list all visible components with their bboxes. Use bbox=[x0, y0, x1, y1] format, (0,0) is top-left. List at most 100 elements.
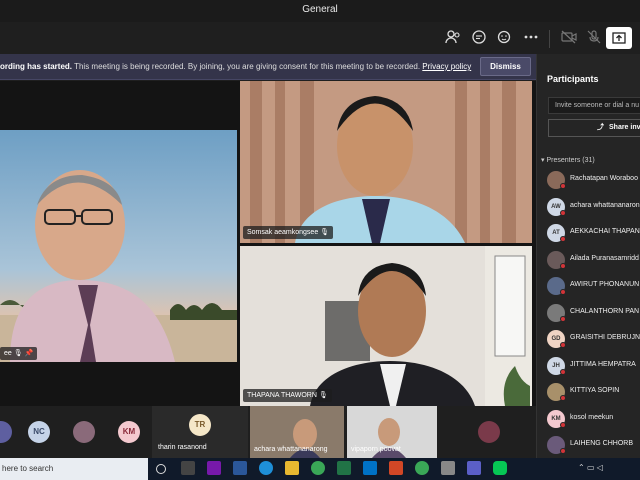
windows-taskbar: here to search ⌃ ▭ ◁ bbox=[0, 458, 640, 480]
presenter-name: KITTIYA SOPIN bbox=[570, 387, 620, 394]
participant-avatar-photo[interactable] bbox=[478, 421, 500, 443]
participant-name-tag: Somsak aeamkongsee 🎙 bbox=[243, 226, 334, 239]
camera-off-icon[interactable] bbox=[560, 28, 580, 48]
presence-status-icon bbox=[560, 236, 566, 242]
dismiss-button[interactable]: Dismiss bbox=[480, 57, 531, 76]
participant-video-somsak bbox=[240, 81, 532, 243]
teams-icon[interactable] bbox=[467, 461, 481, 475]
participant-avatar[interactable] bbox=[0, 421, 12, 443]
participants-panel: Participants Invite someone or dial a nu… bbox=[536, 54, 640, 458]
video-tile-somsak[interactable]: Somsak aeamkongsee 🎙 bbox=[240, 81, 532, 243]
video-tile-main[interactable]: ee 🎙 📌 bbox=[0, 130, 237, 362]
presence-status-icon bbox=[560, 262, 566, 269]
file-manager-icon[interactable] bbox=[181, 461, 195, 475]
recording-message-bold: ording has started. bbox=[0, 62, 73, 71]
presence-status-icon bbox=[560, 209, 566, 216]
presenter-row[interactable]: Ailada Puranasamridd bbox=[547, 249, 640, 271]
video-stage: ee 🎙 📌 Somsak aeamkongsee 🎙 THAPANA THAW… bbox=[0, 81, 536, 406]
chat-icon[interactable] bbox=[470, 28, 490, 48]
mic-off-icon[interactable] bbox=[585, 28, 605, 48]
participant-name: vipaporn poovat bbox=[351, 446, 401, 453]
presenter-name: GRAISITHI DEBRUJN bbox=[570, 334, 640, 341]
presence-status-icon bbox=[560, 421, 566, 428]
participant-avatar[interactable]: NC bbox=[28, 421, 50, 443]
participant-name: tharin rasanond bbox=[158, 444, 207, 451]
presenters-header[interactable]: ▾ Presenters (31) bbox=[541, 156, 595, 164]
panel-title: Participants bbox=[547, 74, 599, 84]
mic-off-icon: 🎙 bbox=[318, 392, 328, 399]
network-icon: ▭ bbox=[586, 463, 595, 472]
word-icon[interactable] bbox=[233, 461, 247, 475]
share-invite-button[interactable]: ⤴ Share invi bbox=[548, 119, 640, 137]
chevron-down-icon: ▾ bbox=[541, 157, 545, 164]
reactions-icon[interactable] bbox=[496, 28, 516, 48]
participant-tile-vipaporn[interactable]: vipaporn poovat bbox=[347, 406, 437, 458]
privacy-policy-link[interactable]: Privacy policy bbox=[422, 62, 471, 71]
participant-avatar: TR bbox=[189, 414, 211, 436]
presenter-name: CHALANTHORN PAN bbox=[570, 307, 640, 315]
chrome-icon[interactable] bbox=[311, 461, 325, 475]
participant-name-tag: ee 🎙 📌 bbox=[0, 347, 38, 360]
share-screen-icon bbox=[612, 32, 626, 44]
presenter-name: AWIRUT PHONANUN bbox=[570, 281, 640, 288]
toolbar-divider bbox=[549, 30, 550, 48]
presenter-row[interactable]: LAIHENG CHHORB bbox=[547, 434, 640, 456]
participant-name: ee bbox=[4, 350, 12, 357]
presenter-row[interactable]: AW achara whattananaron bbox=[547, 196, 640, 218]
pin-icon: 📌 bbox=[24, 350, 34, 357]
line-app-icon[interactable] bbox=[493, 461, 507, 475]
powerpoint-icon[interactable] bbox=[389, 461, 403, 475]
presenter-row[interactable]: AT AEKKACHAI THAPAN bbox=[547, 222, 640, 244]
participant-name: THAPANA THAWORN bbox=[247, 392, 317, 399]
taskbar-search-box[interactable]: here to search bbox=[0, 458, 148, 480]
presenter-row[interactable]: AWIRUT PHONANUN bbox=[547, 275, 640, 297]
meeting-toolbar bbox=[0, 22, 640, 54]
settings-app-icon[interactable] bbox=[441, 461, 455, 475]
presenter-row[interactable]: GD GRAISITHI DEBRUJN bbox=[547, 328, 640, 350]
task-view-icon[interactable] bbox=[156, 464, 166, 474]
presence-status-icon bbox=[560, 448, 566, 454]
excel-icon[interactable] bbox=[337, 461, 351, 475]
outlook-icon[interactable] bbox=[363, 461, 377, 475]
presenter-row[interactable]: KM kosol meekun bbox=[547, 408, 640, 430]
participant-avatar[interactable]: KM bbox=[118, 421, 140, 443]
mic-off-icon: 🎙 bbox=[320, 229, 330, 236]
participant-name: Somsak aeamkongsee bbox=[247, 229, 319, 236]
participant-name: achara whattananarong bbox=[254, 446, 328, 453]
edge-icon[interactable] bbox=[259, 461, 273, 475]
share-screen-button[interactable] bbox=[606, 27, 632, 49]
presenter-row[interactable]: Rachatapan Woraboo bbox=[547, 169, 640, 191]
explorer-folder-icon[interactable] bbox=[285, 461, 299, 475]
participant-video-main bbox=[0, 130, 237, 362]
presenter-name: LAIHENG CHHORB bbox=[570, 440, 634, 447]
system-tray[interactable]: ⌃ ▭ ◁ bbox=[578, 463, 603, 472]
participant-avatar-photo[interactable] bbox=[73, 421, 95, 443]
onenote-icon[interactable] bbox=[207, 461, 221, 475]
presenter-name: Rachatapan Woraboo bbox=[570, 175, 638, 182]
recording-banner: ording has started. This meeting is bein… bbox=[0, 54, 536, 80]
invite-input[interactable]: Invite someone or dial a nu bbox=[548, 97, 640, 114]
participant-video-thapana bbox=[240, 246, 532, 406]
participant-tile-tharin[interactable]: TR tharin rasanond bbox=[152, 406, 248, 458]
presence-status-icon bbox=[560, 315, 566, 322]
presenter-row[interactable]: KITTIYA SOPIN bbox=[547, 381, 640, 403]
presenter-row[interactable]: JH JITTIMA HEMPATRA bbox=[547, 355, 640, 377]
presenter-name: Ailada Puranasamridd bbox=[570, 254, 639, 262]
participant-tile-achara[interactable]: achara whattananarong bbox=[250, 406, 344, 458]
presenters-header-label: Presenters (31) bbox=[546, 157, 595, 164]
video-tile-thapana[interactable]: THAPANA THAWORN 🎙 bbox=[240, 246, 532, 406]
presence-status-icon bbox=[560, 289, 566, 295]
mic-off-icon: 🎙 bbox=[13, 350, 23, 357]
presenter-name: JITTIMA HEMPATRA bbox=[570, 360, 636, 368]
presenter-name: kosol meekun bbox=[570, 413, 614, 421]
presence-status-icon bbox=[560, 342, 566, 348]
more-options-icon[interactable] bbox=[522, 28, 542, 48]
share-icon: ⤴ bbox=[597, 124, 604, 131]
presenter-row[interactable]: CHALANTHORN PAN bbox=[547, 302, 640, 324]
volume-icon: ◁ bbox=[596, 463, 603, 472]
chrome-icon-2[interactable] bbox=[415, 461, 429, 475]
presence-status-icon bbox=[560, 395, 566, 401]
presenter-name: achara whattananaron bbox=[570, 201, 640, 209]
participants-icon[interactable] bbox=[444, 28, 464, 48]
chevron-up-icon: ⌃ bbox=[578, 463, 585, 472]
